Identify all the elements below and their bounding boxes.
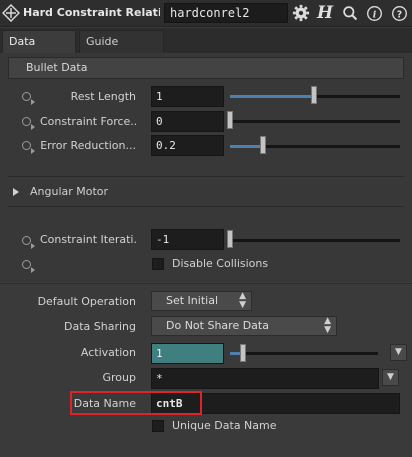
- constraint-iterations-label: Constraint Iterati...: [40, 233, 136, 246]
- group-field[interactable]: *: [151, 368, 379, 389]
- error-reduction-field[interactable]: 0.2: [151, 135, 224, 156]
- activation-label: Activation: [80, 346, 136, 359]
- default-operation-label: Default Operation: [37, 295, 136, 308]
- constraint-iterations-slider[interactable]: [230, 239, 400, 242]
- search-icon[interactable]: [340, 3, 360, 23]
- svg-text:i: i: [372, 9, 376, 20]
- disable-collisions-checkbox[interactable]: [152, 258, 164, 270]
- angular-motor-title[interactable]: Angular Motor: [8, 181, 404, 203]
- keyframe-override-icon[interactable]: [22, 92, 36, 106]
- updown-arrow-icon: ▲ ▼: [239, 291, 246, 310]
- rest-length-field[interactable]: 1: [151, 86, 224, 107]
- default-operation-dropdown[interactable]: Set Initial ▲ ▼: [151, 291, 252, 311]
- constraint-iterations-field[interactable]: -1: [151, 229, 224, 250]
- keyframe-override-icon[interactable]: [22, 117, 36, 131]
- error-reduction-slider[interactable]: [230, 145, 400, 148]
- disable-collisions-label: Disable Collisions: [172, 257, 269, 270]
- unique-data-name-checkbox[interactable]: [152, 420, 164, 432]
- data-sharing-value: Do Not Share Data: [166, 319, 269, 332]
- gear-icon[interactable]: [291, 3, 311, 23]
- keyframe-override-icon[interactable]: [22, 260, 36, 274]
- default-operation-value: Set Initial: [166, 294, 218, 307]
- constraint-force-field[interactable]: 0: [151, 111, 224, 132]
- error-reduction-label: Error Reduction...: [40, 139, 136, 152]
- tab-data-options[interactable]: Data Options: [2, 30, 76, 69]
- activation-menu-button[interactable]: ▼: [390, 344, 407, 361]
- constraint-force-slider[interactable]: [230, 120, 400, 123]
- divider: [8, 176, 404, 177]
- divider: [8, 206, 404, 207]
- tab-guide-options[interactable]: Guide Options: [79, 30, 164, 69]
- hard-constraint-node-icon: [2, 4, 20, 22]
- updown-arrow-icon: ▲ ▼: [324, 316, 331, 335]
- rest-length-slider-handle[interactable]: [311, 86, 317, 104]
- svg-text:?: ?: [396, 9, 401, 20]
- unique-data-name-label: Unique Data Name: [172, 419, 277, 432]
- data-sharing-dropdown[interactable]: Do Not Share Data ▲ ▼: [151, 316, 337, 336]
- rest-length-label: Rest Length: [70, 90, 136, 103]
- tab-bar: Data Options Guide Options: [0, 28, 412, 69]
- node-type-label: Hard Constraint Relatio...: [23, 6, 160, 19]
- error-reduction-slider-handle[interactable]: [260, 136, 266, 154]
- parameter-header: Hard Constraint Relatio... hardconrel2 H…: [0, 0, 412, 27]
- info-icon[interactable]: i: [364, 3, 384, 23]
- highlight-box: [70, 391, 202, 415]
- activation-field[interactable]: 1: [151, 343, 224, 364]
- data-sharing-label: Data Sharing: [64, 320, 136, 333]
- group-menu-button[interactable]: ▼: [382, 369, 399, 386]
- help-icon[interactable]: ?: [389, 3, 409, 23]
- keyframe-override-icon[interactable]: [22, 236, 36, 250]
- activation-slider[interactable]: [230, 352, 378, 355]
- constraint-force-label: Constraint Force...: [40, 115, 136, 128]
- group-label: Group: [102, 371, 137, 384]
- bullet-data-title[interactable]: Bullet Data: [8, 57, 404, 79]
- keyframe-override-icon[interactable]: [22, 141, 36, 155]
- constraint-force-slider-handle[interactable]: [227, 111, 233, 129]
- activation-slider-handle[interactable]: [240, 344, 246, 362]
- node-name-field[interactable]: hardconrel2: [164, 3, 288, 23]
- constraint-iterations-slider-handle[interactable]: [227, 230, 233, 248]
- houdini-h-icon[interactable]: H: [315, 3, 335, 23]
